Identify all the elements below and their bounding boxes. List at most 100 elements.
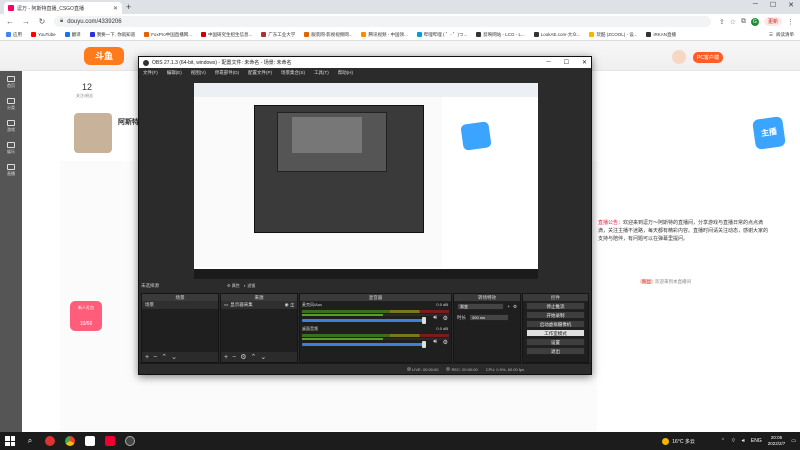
browser-tab[interactable]: 逗万 - 阿斯特直播_CSGO直播 ✕ — [4, 2, 122, 14]
source-item[interactable]: ▭ 显示器采集 ◉ ⚿ — [221, 301, 297, 309]
scene-item[interactable]: 场景 — [142, 301, 218, 309]
back-icon[interactable]: ← — [6, 17, 14, 26]
obs-menu-item[interactable]: 工具(T) — [314, 70, 329, 76]
bookmark-item[interactable]: 翻译 — [64, 32, 81, 38]
anchor-name[interactable]: 阿斯特 — [118, 117, 139, 127]
leftnav-item[interactable]: 娱乐 — [0, 137, 22, 159]
obs-menu-item[interactable]: 配置文件(P) — [248, 70, 272, 76]
obs-menu-item[interactable]: 帮助(H) — [338, 70, 353, 76]
clock[interactable]: 20:05 2022/2/7 — [768, 435, 786, 447]
user-avatar[interactable] — [672, 50, 686, 64]
mic-settings-icon[interactable]: ⚙ — [443, 315, 448, 322]
bookmark-item[interactable]: 服装网-影视视频网... — [304, 32, 352, 38]
bookmark-star-icon[interactable]: ☆ — [730, 18, 736, 26]
leftnav-item[interactable]: 直播 — [0, 159, 22, 181]
visibility-eye-icon[interactable]: ◉ — [285, 302, 289, 308]
control-button[interactable]: 开始录制 — [526, 311, 585, 319]
weather-widget[interactable]: 16°C 多云 — [662, 437, 695, 445]
lock-source-icon[interactable]: ⚿ — [291, 303, 294, 308]
desktop-volume-slider[interactable] — [302, 341, 426, 348]
obs-menu-item[interactable]: 视图(V) — [191, 70, 206, 76]
minimize-icon[interactable]: ─ — [753, 1, 758, 9]
forward-icon[interactable]: → — [22, 17, 30, 26]
add-scene-icon[interactable]: + — [145, 354, 149, 361]
desktop-mute-icon[interactable]: 🔊︎ — [433, 339, 437, 346]
address-bar[interactable]: 🔒︎ douyu.com/4339206 — [54, 16, 711, 27]
reading-list[interactable]: ☰ 阅读清单 — [769, 32, 794, 38]
add-source-icon[interactable]: + — [224, 354, 228, 361]
obs-menu-item[interactable]: 编辑(E) — [167, 70, 182, 76]
bookmark-item[interactable]: iRKAN直播 — [646, 32, 676, 38]
bookmark-item[interactable]: 哔哩哔哩 ( ゜- ゜)つ... — [416, 32, 467, 38]
language-indicator[interactable]: ENG — [751, 438, 762, 444]
bookmark-item[interactable]: 玩酷 (ZCOOL) - 设... — [589, 32, 637, 38]
transition-type-select[interactable]: 渐变 — [457, 303, 505, 310]
close-window-icon[interactable]: ✕ — [788, 1, 794, 9]
extensions-icon[interactable]: ⧉ — [741, 18, 746, 26]
douyu-logo[interactable]: 斗鱼 — [84, 47, 124, 65]
menu-dots-icon[interactable]: ⋮ — [787, 18, 794, 26]
bookmark-item[interactable]: 中国研究生招生信息... — [200, 32, 252, 38]
source-settings-icon[interactable]: ⚙ — [240, 353, 246, 361]
taskbar-app-netease[interactable] — [44, 435, 56, 447]
control-button[interactable]: 工作室模式 — [526, 329, 585, 337]
obs-menu-item[interactable]: 停靠部件(D) — [215, 70, 239, 76]
network-icon[interactable]: ⌔ — [731, 438, 736, 444]
new-tab-icon[interactable]: + — [126, 2, 131, 12]
volume-icon[interactable]: 🔊︎ — [742, 438, 745, 444]
bookmark-item[interactable]: 腾讯视频 - 中国领... — [361, 32, 408, 38]
bookmark-item[interactable]: 广东工业大学 — [261, 32, 295, 38]
update-button[interactable]: 更新 — [763, 17, 782, 26]
obs-minimize-icon[interactable]: ─ — [546, 59, 550, 66]
leftnav-item[interactable]: 游戏 — [0, 115, 22, 137]
maximize-icon[interactable]: ☐ — [770, 1, 776, 9]
start-button[interactable] — [4, 435, 16, 447]
search-icon[interactable]: ⌕ — [24, 435, 36, 447]
filters-button[interactable]: ◐ 滤镜 — [244, 283, 256, 289]
obs-close-icon[interactable]: ✕ — [582, 59, 587, 66]
control-button[interactable]: 启动虚拟摄像机 — [526, 320, 585, 328]
properties-button[interactable]: ⚙ 属性 — [227, 283, 240, 289]
notifications-icon[interactable]: ▭ — [791, 438, 796, 444]
leftnav-item[interactable]: 首页 — [0, 71, 22, 93]
leftnav-item[interactable]: 分类 — [0, 93, 22, 115]
taskbar-app-obs[interactable] — [124, 435, 136, 447]
share-icon[interactable]: ⇪ — [719, 18, 725, 26]
close-tab-icon[interactable]: ✕ — [113, 5, 118, 12]
bookmark-item[interactable]: FoxPro中国直播网... — [144, 32, 192, 38]
remove-source-icon[interactable]: − — [232, 354, 236, 361]
gift-badge[interactable]: 新人礼包 10/66 — [70, 301, 102, 331]
bookmark-item[interactable]: 剪映网站 - LCG - L... — [476, 32, 525, 38]
desktop-settings-icon[interactable]: ⚙ — [443, 339, 448, 346]
obs-menu-item[interactable]: 场景集合(S) — [281, 70, 305, 76]
move-down-icon[interactable]: ⌄ — [171, 353, 177, 361]
obs-preview[interactable] — [139, 77, 591, 283]
transition-duration-input[interactable]: 300 ms — [469, 314, 509, 321]
move-up-icon[interactable]: ⌃ — [161, 353, 167, 361]
remove-scene-icon[interactable]: − — [153, 354, 157, 361]
bookmark-item[interactable]: LookAE.com-大众... — [533, 32, 580, 38]
taskbar-app-editor[interactable] — [84, 435, 96, 447]
obs-maximize-icon[interactable]: ☐ — [564, 59, 569, 66]
mic-volume-slider[interactable] — [302, 317, 426, 324]
bookmark-item[interactable]: 应用 — [6, 32, 22, 38]
control-button[interactable]: 设置 — [526, 338, 585, 346]
control-button[interactable]: 退出 — [526, 347, 585, 355]
mic-mute-icon[interactable]: 🔊︎ — [433, 315, 437, 322]
source-down-icon[interactable]: ⌄ — [260, 353, 266, 361]
bookmark-item[interactable]: YouTube — [31, 32, 56, 37]
taskbar-app-chrome[interactable] — [64, 435, 76, 447]
source-up-icon[interactable]: ⌃ — [250, 353, 256, 361]
anchor-avatar[interactable] — [74, 113, 112, 153]
control-button[interactable]: 停止推流 — [526, 302, 585, 310]
transition-settings-icon[interactable]: ⚙ — [513, 304, 517, 310]
taskbar-app-game[interactable] — [104, 435, 116, 447]
pc-client-button[interactable]: PC客户端 — [693, 52, 723, 63]
tray-chevron-icon[interactable]: ⌃ — [721, 438, 725, 444]
add-transition-icon[interactable]: + — [507, 304, 510, 309]
profile-avatar[interactable]: G — [750, 17, 759, 26]
obs-menu-item[interactable]: 文件(F) — [143, 70, 158, 76]
bookmark-item[interactable]: 我要一下, 你就知道 — [89, 32, 135, 38]
lock-icon[interactable]: 🔒︎ — [60, 18, 63, 25]
reload-icon[interactable]: ↻ — [38, 17, 46, 26]
